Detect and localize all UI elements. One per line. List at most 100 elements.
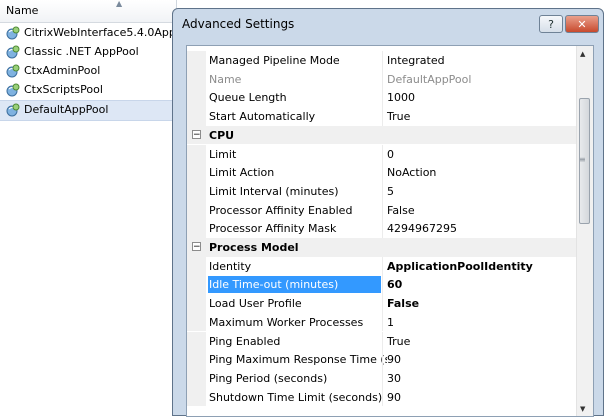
property-row[interactable]: Load User Profile False	[187, 294, 577, 313]
column-divider	[382, 368, 383, 388]
property-value[interactable]: 1000	[387, 91, 415, 104]
close-button[interactable]: ✕	[565, 15, 599, 33]
row-gutter	[187, 144, 206, 164]
column-divider	[382, 312, 383, 332]
row-gutter	[187, 331, 206, 351]
property-row[interactable]: Limit Interval (minutes) 5	[187, 181, 577, 201]
pool-item[interactable]: Classic .NET AppPool	[0, 43, 176, 62]
property-row[interactable]: Start Automatically True	[187, 107, 577, 126]
column-divider	[382, 51, 383, 70]
collapse-icon[interactable]: −	[192, 129, 201, 139]
property-value[interactable]: False	[387, 297, 419, 310]
close-icon: ✕	[577, 17, 587, 31]
column-divider	[382, 144, 383, 164]
property-name: Shutdown Time Limit (seconds)	[209, 390, 383, 404]
category-label: CPU	[209, 128, 235, 142]
property-row[interactable]: Processor Affinity Enabled False	[187, 200, 577, 220]
pool-item-label: CtxScriptsPool	[24, 83, 103, 96]
row-gutter	[187, 69, 206, 89]
pool-item-label: Classic .NET AppPool	[24, 45, 139, 58]
collapse-icon[interactable]: −	[192, 242, 201, 252]
property-row[interactable]: Name DefaultAppPool	[187, 69, 577, 89]
property-value[interactable]: 4294967295	[387, 222, 457, 235]
property-value[interactable]: 0	[387, 148, 394, 161]
property-name: Limit	[209, 147, 237, 161]
property-row[interactable]: Identity ApplicationPoolIdentity	[187, 256, 577, 276]
row-gutter	[187, 200, 206, 220]
row-gutter	[187, 294, 206, 313]
column-divider	[382, 275, 383, 295]
column-divider	[382, 331, 383, 351]
pool-item[interactable]: CitrixWebInterface5.4.0AppPool	[0, 24, 176, 43]
name-column-header[interactable]: Name	[6, 4, 38, 17]
column-divider	[382, 200, 383, 220]
column-divider	[382, 350, 383, 369]
row-gutter	[187, 163, 206, 182]
property-row[interactable]: Managed Pipeline Mode Integrated	[187, 51, 577, 70]
property-value[interactable]: ApplicationPoolIdentity	[387, 260, 533, 273]
scroll-down-arrow-icon[interactable]: ▼	[580, 405, 585, 413]
app-pool-icon	[6, 26, 20, 40]
vertical-scrollbar[interactable]: ▲ ≡ ▼	[576, 46, 593, 416]
category-row[interactable]: − CPU	[187, 125, 577, 145]
property-row[interactable]: Shutdown Time Limit (seconds) 90	[187, 387, 577, 407]
property-value[interactable]: 60	[387, 278, 402, 291]
property-value[interactable]: 90	[387, 391, 401, 404]
property-row[interactable]: Limit 0	[187, 144, 577, 164]
app-pool-icon	[6, 103, 20, 117]
property-value[interactable]: 5	[387, 185, 394, 198]
row-gutter	[187, 181, 206, 201]
list-header[interactable]: ▲ Name	[0, 0, 176, 23]
property-value[interactable]: 90	[387, 353, 401, 366]
property-row[interactable]: Ping Period (seconds) 30	[187, 368, 577, 388]
row-gutter	[187, 256, 206, 276]
scroll-up-arrow-icon[interactable]: ▲	[580, 50, 585, 58]
category-row[interactable]: − Process Model	[187, 238, 577, 257]
property-row[interactable]: Maximum Worker Processes 1	[187, 312, 577, 332]
property-row[interactable]: Processor Affinity Mask 4294967295	[187, 219, 577, 238]
app-pool-icon	[6, 64, 20, 78]
row-gutter	[187, 368, 206, 388]
property-value[interactable]: 1	[387, 316, 394, 329]
property-name: Identity	[209, 259, 252, 273]
property-value[interactable]: False	[387, 204, 415, 217]
category-label: Process Model	[209, 241, 299, 254]
property-name: Ping Enabled	[209, 334, 281, 348]
row-gutter	[187, 312, 206, 332]
title-bar[interactable]: Advanced Settings ? ✕	[173, 9, 603, 37]
pool-item[interactable]: CtxScriptsPool	[0, 81, 176, 100]
row-gutter	[187, 275, 206, 295]
property-value[interactable]: NoAction	[387, 166, 436, 179]
property-value[interactable]: DefaultAppPool	[387, 73, 471, 86]
column-divider	[382, 88, 383, 108]
row-gutter	[187, 51, 206, 70]
row-gutter	[187, 219, 206, 238]
column-divider	[382, 294, 383, 313]
pool-item[interactable]: CtxAdminPool	[0, 62, 176, 81]
column-divider	[382, 219, 383, 238]
column-divider	[382, 163, 383, 182]
property-name: Processor Affinity Mask	[209, 222, 337, 236]
property-value[interactable]: True	[387, 335, 410, 348]
pool-item[interactable]: DefaultAppPool	[0, 100, 176, 121]
property-value[interactable]: True	[387, 110, 410, 123]
property-name: Idle Time-out (minutes)	[208, 276, 381, 294]
property-row[interactable]: Idle Time-out (minutes) 60	[187, 275, 577, 295]
property-row[interactable]: Ping Maximum Response Time (s 90	[187, 350, 577, 369]
property-value[interactable]: 30	[387, 372, 401, 385]
property-row[interactable]: Queue Length 1000	[187, 88, 577, 108]
row-gutter	[187, 387, 206, 407]
property-row[interactable]: Ping Enabled True	[187, 331, 577, 351]
column-divider	[382, 107, 383, 126]
column-divider	[382, 387, 383, 407]
property-name: Queue Length	[209, 91, 287, 105]
app-pool-list: ▲ Name CitrixWebInterface5.4.0AppPool Cla…	[0, 0, 177, 416]
help-button[interactable]: ?	[539, 15, 563, 33]
property-value[interactable]: Integrated	[387, 54, 445, 67]
property-name: Maximum Worker Processes	[209, 315, 364, 329]
app-pool-icon	[6, 45, 20, 59]
pool-item-label: CtxAdminPool	[24, 64, 101, 77]
property-name: Ping Maximum Response Time (s	[209, 353, 387, 367]
property-row[interactable]: Limit Action NoAction	[187, 163, 577, 182]
row-gutter	[187, 350, 206, 369]
